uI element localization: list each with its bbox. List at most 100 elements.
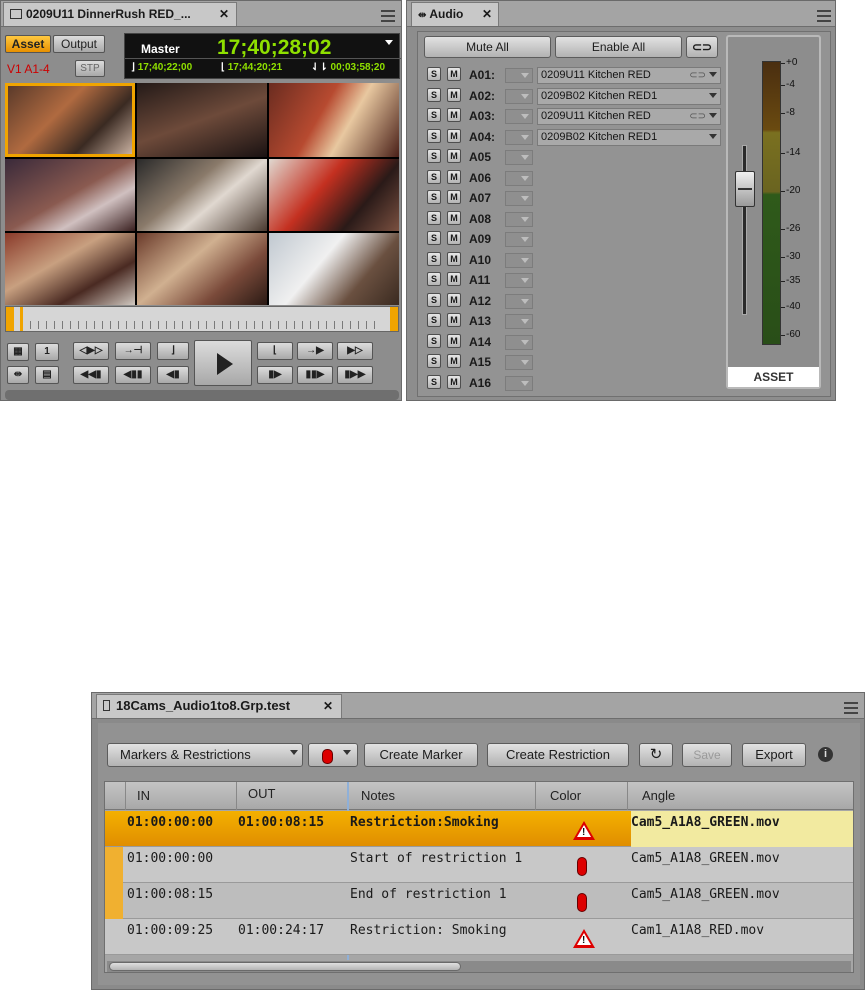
panel-menu-icon[interactable] — [381, 10, 395, 22]
mute-button[interactable]: M — [447, 333, 461, 348]
save-button[interactable]: Save — [682, 743, 732, 767]
solo-button[interactable]: S — [427, 374, 441, 389]
mark-in-handle[interactable] — [6, 307, 14, 331]
track-enable-select[interactable] — [505, 150, 533, 165]
solo-button[interactable]: S — [427, 313, 441, 327]
solo-button[interactable]: S — [427, 87, 441, 102]
scrollbar-thumb[interactable] — [109, 962, 461, 971]
track-enable-select[interactable] — [505, 88, 533, 104]
asset-button[interactable]: Asset — [5, 35, 51, 53]
mute-button[interactable]: M — [447, 251, 461, 266]
stp-button[interactable]: STP — [75, 60, 105, 77]
step-back-frame-button[interactable]: ◀▮ — [157, 366, 189, 384]
mute-button[interactable]: M — [447, 313, 461, 327]
step-back-button[interactable]: →⊣ — [115, 342, 151, 360]
audio-follow-button[interactable]: ⇹ — [7, 366, 29, 384]
mute-button[interactable]: M — [447, 272, 461, 286]
mute-button[interactable]: M — [447, 149, 461, 163]
step-back-fast-button[interactable]: ◀▮▮ — [115, 366, 151, 384]
close-icon[interactable]: ✕ — [219, 3, 229, 25]
multicam-grid[interactable] — [5, 83, 399, 305]
solo-button[interactable]: S — [427, 67, 441, 81]
track-enable-select[interactable] — [505, 170, 533, 186]
column-header-notes[interactable]: Notes — [361, 782, 395, 810]
track-enable-select[interactable] — [505, 191, 533, 206]
enable-all-button[interactable]: Enable All — [555, 36, 682, 58]
table-row[interactable]: 01:00:00:00 01:00:08:15 Restriction:Smokin… — [105, 811, 853, 847]
track-enable-select[interactable] — [505, 211, 533, 227]
camera-angle-7[interactable] — [5, 233, 135, 305]
solo-button[interactable]: S — [427, 333, 441, 348]
solo-button[interactable]: S — [427, 354, 441, 368]
solo-button[interactable]: S — [427, 231, 441, 245]
output-button[interactable]: Output — [53, 35, 105, 53]
track-enable-select[interactable] — [505, 293, 533, 309]
camera-angle-3[interactable] — [269, 83, 399, 157]
track-enable-select[interactable] — [505, 334, 533, 350]
track-enable-select[interactable] — [505, 273, 533, 288]
horizontal-scrollbar[interactable] — [107, 961, 851, 972]
marker-color-select[interactable] — [308, 743, 358, 767]
fast-forward-button[interactable]: ▮▶▶ — [337, 366, 373, 384]
mute-button[interactable]: M — [447, 128, 461, 143]
markers-menu-icon[interactable] — [844, 702, 858, 714]
table-row[interactable]: 01:00:08:15 End of restriction 1 Cam5_A1A8… — [105, 883, 853, 919]
mark-in-button[interactable]: ⌋ — [157, 342, 189, 360]
info-icon[interactable]: i — [818, 747, 833, 762]
track-enable-select[interactable] — [505, 314, 533, 329]
refresh-button[interactable]: ↻ — [639, 743, 673, 767]
composer-tab[interactable]: 0209U11 DinnerRush RED_... ✕ — [3, 2, 237, 26]
camera-angle-2[interactable] — [137, 83, 267, 157]
solo-button[interactable]: S — [427, 251, 441, 266]
go-to-in-button[interactable]: ◁▶▷ — [73, 342, 109, 360]
solo-button[interactable]: S — [427, 292, 441, 307]
camera-angle-1[interactable] — [5, 83, 135, 157]
track-enable-select[interactable] — [505, 252, 533, 268]
mute-button[interactable]: M — [447, 169, 461, 184]
create-marker-button[interactable]: Create Marker — [364, 743, 478, 767]
audio-close-icon[interactable]: ✕ — [482, 3, 492, 25]
play-button[interactable] — [194, 340, 252, 386]
solo-button[interactable]: S — [427, 169, 441, 184]
column-header-out[interactable]: OUT — [248, 780, 275, 808]
track-source-select[interactable]: 0209B02 Kitchen RED1 — [537, 87, 721, 105]
timecode-dropdown-icon[interactable] — [385, 40, 393, 45]
solo-button[interactable]: S — [427, 190, 441, 204]
solo-button[interactable]: S — [427, 128, 441, 143]
position-indicator[interactable] — [20, 307, 23, 331]
go-to-out-button[interactable]: ▶▷ — [337, 342, 373, 360]
mute-all-button[interactable]: Mute All — [424, 36, 551, 58]
grid-toggle-button[interactable]: ▦ — [7, 343, 29, 361]
track-source-select[interactable]: 0209B02 Kitchen RED1 — [537, 128, 721, 146]
track-enable-select[interactable] — [505, 68, 533, 83]
mute-button[interactable]: M — [447, 354, 461, 368]
track-enable-select[interactable] — [505, 109, 533, 124]
step-forward-fast-button[interactable]: ▮▮▶ — [297, 366, 333, 384]
solo-button[interactable]: S — [427, 272, 441, 286]
track-enable-select[interactable] — [505, 129, 533, 145]
step-forward-frame-button[interactable]: ▮▶ — [257, 366, 293, 384]
mute-button[interactable]: M — [447, 108, 461, 122]
mute-button[interactable]: M — [447, 210, 461, 225]
link-button[interactable]: ⊂⊃ — [686, 36, 718, 58]
track-enable-select[interactable] — [505, 375, 533, 391]
table-row[interactable]: 01:00:00:00 Start of restriction 1 Cam5_A1… — [105, 847, 853, 883]
track-enable-select[interactable] — [505, 232, 533, 247]
camera-angle-6[interactable] — [269, 159, 399, 231]
column-header-angle[interactable]: Angle — [642, 782, 675, 810]
table-row[interactable]: 01:00:09:25 01:00:24:17 Restriction: Smoki… — [105, 919, 853, 955]
camera-angle-4[interactable] — [5, 159, 135, 231]
film-strip-button[interactable]: ▤ — [35, 366, 59, 384]
audio-tab[interactable]: ⇹ Audio ✕ — [411, 2, 499, 26]
markers-tab[interactable]: 18Cams_Audio1to8.Grp.test ✕ — [96, 694, 342, 718]
single-view-button[interactable]: 1 — [35, 343, 59, 361]
camera-angle-8[interactable] — [137, 233, 267, 305]
column-header-color[interactable]: Color — [550, 782, 581, 810]
solo-button[interactable]: S — [427, 108, 441, 122]
mark-out-button[interactable]: ⌊ — [257, 342, 293, 360]
fader-handle[interactable] — [735, 171, 755, 207]
track-source-select[interactable]: 0209U11 Kitchen RED ⊂⊃ — [537, 67, 721, 84]
camera-angle-5[interactable] — [137, 159, 267, 231]
mark-out-handle[interactable] — [390, 307, 398, 331]
audio-menu-icon[interactable] — [817, 10, 831, 22]
